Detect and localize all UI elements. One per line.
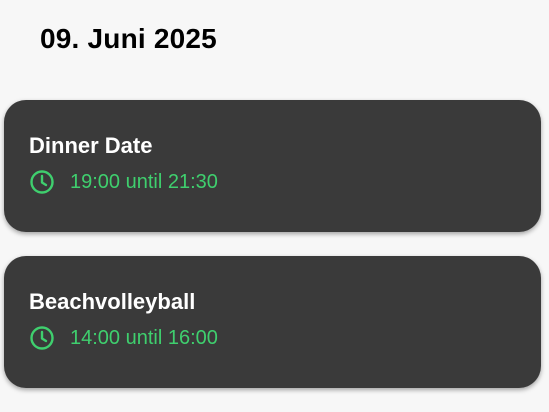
event-title: Dinner Date: [29, 133, 153, 158]
clock-icon: [29, 325, 55, 351]
event-card-beachvolleyball[interactable]: Beachvolleyball 14:00 until 16:00: [4, 256, 541, 388]
event-time: 14:00 until 16:00: [70, 327, 218, 349]
event-time-row: 19:00 until 21:30: [29, 168, 218, 196]
event-list: Dinner Date 19:00 until 21:30 Beachvolle…: [4, 100, 541, 412]
event-title: Beachvolleyball: [29, 289, 196, 314]
clock-icon: [29, 169, 55, 195]
event-time: 19:00 until 21:30: [70, 171, 218, 193]
event-card-dinner-date[interactable]: Dinner Date 19:00 until 21:30: [4, 100, 541, 232]
date-heading: 09. Juni 2025: [40, 23, 217, 54]
event-time-row: 14:00 until 16:00: [29, 324, 218, 352]
